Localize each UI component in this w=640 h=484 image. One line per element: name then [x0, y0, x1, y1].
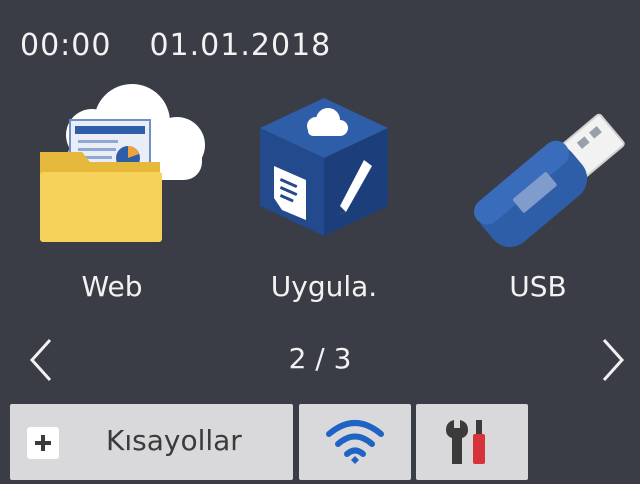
home-screen: 00:00 01.01.2018 Web Uygula. USB 2 / 3 K… [0, 0, 640, 484]
settings-tools-icon [446, 420, 485, 464]
app-usb-label: USB [509, 270, 567, 303]
shortcuts-label: Kısayollar [106, 424, 242, 457]
app-usb-button[interactable]: USB [438, 80, 638, 310]
clock-date: 01.01.2018 [149, 28, 332, 63]
web-cloud-folder-icon [12, 80, 212, 255]
wifi-icon [326, 420, 384, 464]
bottom-bar: Kısayollar [0, 404, 640, 484]
usb-drive-icon [438, 80, 638, 255]
wifi-button[interactable] [299, 404, 411, 480]
plus-icon [27, 427, 59, 459]
app-apps-button[interactable]: Uygula. [224, 80, 424, 310]
pager: 2 / 3 [0, 332, 640, 388]
clock-time: 00:00 [20, 28, 112, 63]
status-bar: 00:00 01.01.2018 [20, 28, 331, 63]
app-apps-label: Uygula. [270, 270, 378, 303]
settings-button[interactable] [416, 404, 528, 480]
app-web-label: Web [81, 270, 143, 303]
apps-cube-icon [224, 80, 424, 255]
shortcuts-button[interactable]: Kısayollar [10, 404, 293, 480]
app-web-button[interactable]: Web [12, 80, 212, 310]
page-indicator: 2 / 3 [288, 342, 352, 375]
chevron-right-icon[interactable] [592, 336, 632, 384]
